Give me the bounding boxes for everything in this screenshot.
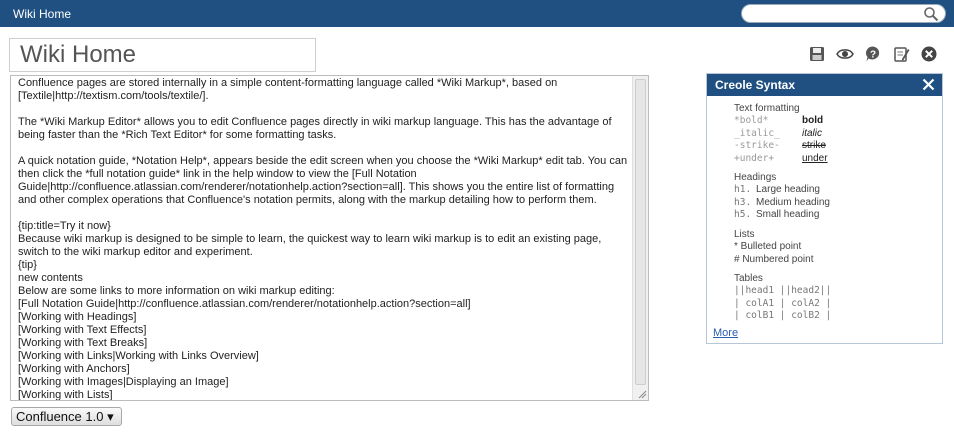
syntax-result: strike <box>802 140 826 151</box>
section-heading: Tables <box>734 273 763 284</box>
section-heading: Headings <box>734 172 777 183</box>
syntax-result: bold <box>802 115 824 126</box>
wiki-home-link[interactable]: Wiki Home <box>13 7 71 21</box>
syntax-row: -strike- strike <box>734 140 828 153</box>
syntax-row: h1. Large heading <box>734 184 830 197</box>
search-input[interactable] <box>750 7 920 20</box>
text-formatting-section: Text formatting *bold* bold _italic_ ita… <box>734 103 828 165</box>
section-heading: Text formatting <box>734 103 800 114</box>
resize-handle-icon[interactable] <box>637 389 647 399</box>
syntax-row: +under+ under <box>734 153 828 166</box>
editor-textarea[interactable]: Confluence pages are stored internally i… <box>11 76 633 400</box>
syntax-row: h5. Small heading <box>734 209 830 222</box>
panel-close-icon[interactable] <box>922 78 935 91</box>
svg-text:?: ? <box>870 50 876 61</box>
save-icon[interactable] <box>808 45 826 63</box>
table-syntax-line: | colA1 | colA2 | <box>734 297 832 309</box>
syntax-markup: h3. <box>734 196 752 208</box>
help-icon[interactable]: ? <box>864 45 882 63</box>
syntax-row: _italic_ italic <box>734 128 828 141</box>
syntax-markup: h5. <box>734 209 752 220</box>
tables-section: Tables ||head1 ||head2|| | colA1 | colA2… <box>734 273 831 323</box>
page-title-field[interactable] <box>9 38 316 72</box>
syntax-row: *bold* bold <box>734 115 828 128</box>
syntax-result: under <box>802 152 828 164</box>
syntax-result: Small heading <box>756 209 820 220</box>
creole-syntax-panel: Creole Syntax Text formatting *bold* bol… <box>706 73 943 344</box>
syntax-markup: *bold* <box>734 115 769 126</box>
preview-icon[interactable] <box>836 45 854 63</box>
list-syntax-line: # Numbered point <box>734 253 814 265</box>
headings-section: Headings h1. Large heading h3. Medium he… <box>734 172 830 222</box>
syntax-markup: _italic_ <box>734 127 780 139</box>
section-heading: Lists <box>734 229 755 240</box>
syntax-result: italic <box>802 127 823 139</box>
search-box[interactable] <box>741 4 946 23</box>
syntax-result: Medium heading <box>756 196 830 208</box>
syntax-markup: +under+ <box>734 152 775 164</box>
close-icon[interactable] <box>920 45 938 63</box>
panel-header: Creole Syntax <box>707 74 942 96</box>
syntax-result: Large heading <box>756 184 820 195</box>
search-icon[interactable] <box>923 6 939 22</box>
table-syntax-line: | colB1 | colB2 | <box>734 310 832 321</box>
panel-title: Creole Syntax <box>715 78 796 92</box>
table-syntax-line: ||head1 ||head2|| <box>734 285 832 296</box>
list-syntax-line: * Bulleted point <box>734 241 802 252</box>
page-title-input[interactable] <box>20 42 310 68</box>
top-bar: Wiki Home <box>0 0 954 27</box>
syntax-row: h3. Medium heading <box>734 197 830 210</box>
editor-scrollbar[interactable] <box>632 76 648 400</box>
syntax-markup: -strike- <box>734 140 780 151</box>
wiki-markup-editor: Confluence pages are stored internally i… <box>10 75 649 401</box>
syntax-markup: h1. <box>734 184 752 195</box>
scrollbar-thumb[interactable] <box>635 79 646 385</box>
more-link[interactable]: More <box>713 327 738 339</box>
lists-section: Lists * Bulleted point # Numbered point <box>734 229 814 266</box>
version-select[interactable]: Confluence 1.0 ▾ <box>11 407 122 426</box>
edit-icon[interactable] <box>892 45 910 63</box>
